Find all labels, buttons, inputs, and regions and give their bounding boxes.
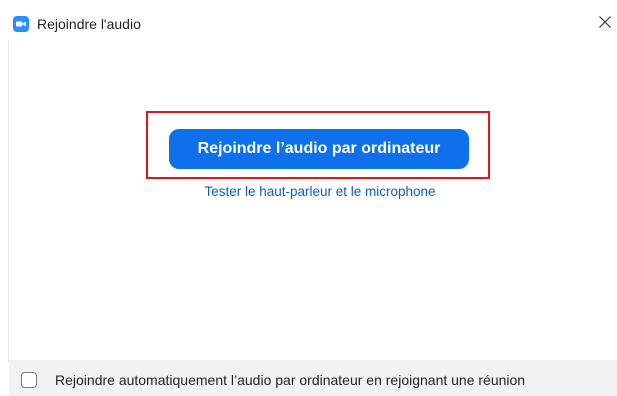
auto-join-audio-label[interactable]: Rejoindre automatiquement l’audio par or… bbox=[55, 371, 525, 389]
audio-dialog: Rejoindre l'audio Rejoindre l’audio par … bbox=[0, 0, 617, 396]
window-title: Rejoindre l'audio bbox=[37, 16, 141, 32]
test-speaker-microphone-link[interactable]: Tester le haut-parleur et le microphone bbox=[160, 183, 480, 201]
auto-join-audio-checkbox[interactable] bbox=[21, 372, 37, 388]
window-divider bbox=[8, 40, 9, 362]
zoom-camera-icon bbox=[13, 16, 29, 32]
title-bar: Rejoindre l'audio bbox=[0, 0, 617, 40]
close-icon[interactable] bbox=[596, 13, 614, 31]
join-computer-audio-button[interactable]: Rejoindre l’audio par ordinateur bbox=[169, 129, 469, 169]
